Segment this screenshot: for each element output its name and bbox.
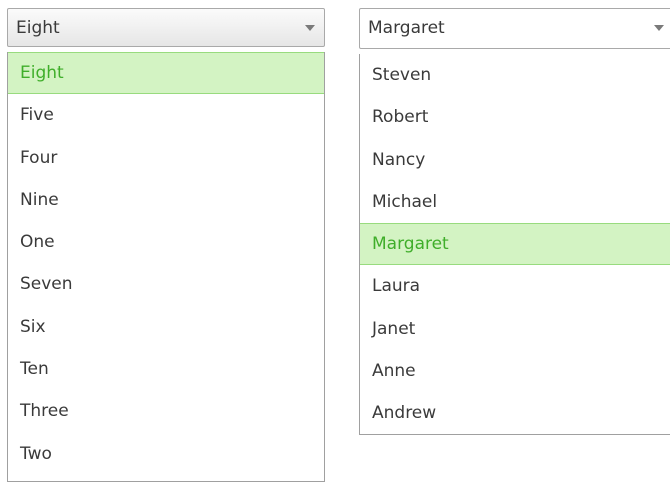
dropdown-option[interactable]: Ten (8, 348, 324, 390)
dropdown-option[interactable]: Steven (360, 54, 670, 96)
chevron-down-icon[interactable] (305, 25, 315, 31)
dropdown-option[interactable]: Five (8, 94, 324, 136)
dropdown-option-selected[interactable]: Eight (8, 52, 324, 95)
numbers-combobox-value: Eight (16, 18, 60, 38)
dropdown-option[interactable]: Nancy (360, 139, 670, 181)
dropdown-option[interactable]: Two (8, 433, 324, 475)
dropdown-option[interactable]: Andrew (360, 392, 670, 434)
dropdown-option[interactable]: Robert (360, 96, 670, 138)
dropdown-option[interactable]: Four (8, 137, 324, 179)
numbers-dropdown-list: Eight Five Four Nine One Seven Six Ten Three Two (7, 52, 325, 482)
names-combobox-value: Margaret (368, 18, 445, 38)
dropdown-option-selected[interactable]: Margaret (360, 223, 670, 266)
dropdown-option[interactable]: Anne (360, 350, 670, 392)
names-dropdown-list: Steven Robert Nancy Michael Margaret Laura Jan… (359, 54, 670, 435)
names-combobox[interactable]: Margaret (359, 8, 670, 49)
numbers-combobox[interactable]: Eight (7, 8, 325, 47)
dropdown-option[interactable]: Nine (8, 179, 324, 221)
chevron-down-icon[interactable] (654, 25, 664, 31)
dropdown-option[interactable]: Janet (360, 308, 670, 350)
dropdown-option[interactable]: One (8, 221, 324, 263)
dropdown-option[interactable]: Six (8, 306, 324, 348)
dropdown-option[interactable]: Laura (360, 265, 670, 307)
dropdown-option[interactable]: Michael (360, 181, 670, 223)
dropdown-option[interactable]: Three (8, 390, 324, 432)
dropdown-option[interactable]: Seven (8, 263, 324, 305)
